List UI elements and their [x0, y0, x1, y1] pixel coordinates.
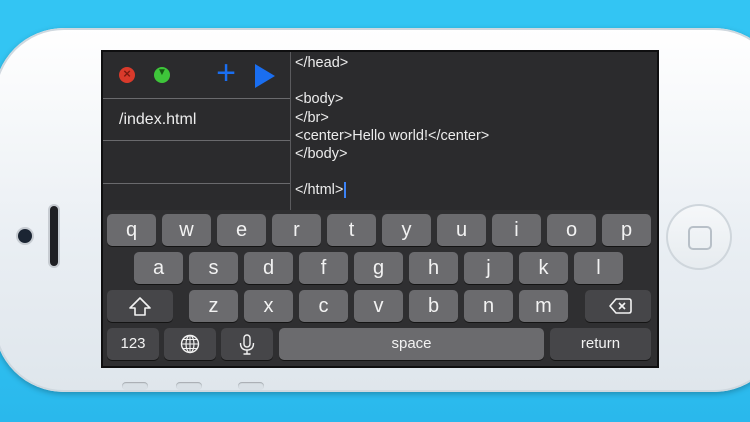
front-camera	[18, 229, 32, 243]
key-k[interactable]: k	[519, 252, 568, 284]
close-button[interactable]: ×	[119, 66, 135, 83]
key-h[interactable]: h	[409, 252, 458, 284]
home-button[interactable]	[666, 204, 732, 270]
key-b[interactable]: b	[409, 290, 458, 322]
app-screen: × ▼ + /index.html </head> <body> </br> <…	[101, 50, 659, 368]
globe-key[interactable]	[164, 328, 216, 360]
key-q[interactable]: q	[107, 214, 156, 246]
key-p[interactable]: p	[602, 214, 651, 246]
minimize-button[interactable]: ▼	[154, 67, 170, 83]
file-item-index[interactable]: /index.html	[103, 99, 290, 141]
mute-switch	[238, 382, 264, 390]
space-key[interactable]: space	[279, 328, 544, 360]
key-l[interactable]: l	[574, 252, 623, 284]
key-d[interactable]: d	[244, 252, 293, 284]
close-icon: ×	[123, 66, 131, 81]
key-t[interactable]: t	[327, 214, 376, 246]
key-i[interactable]: i	[492, 214, 541, 246]
file-sidebar: × ▼ + /index.html	[103, 52, 291, 210]
key-c[interactable]: c	[299, 290, 348, 322]
chevron-down-icon: ▼	[157, 67, 167, 78]
delete-key[interactable]	[585, 290, 651, 322]
code-line: </body>	[295, 145, 348, 162]
earpiece-speaker	[50, 206, 58, 266]
editor-area: × ▼ + /index.html </head> <body> </br> <…	[103, 52, 657, 210]
key-w[interactable]: w	[162, 214, 211, 246]
key-s[interactable]: s	[189, 252, 238, 284]
numbers-key[interactable]: 123	[107, 328, 159, 360]
key-n[interactable]: n	[464, 290, 513, 322]
key-x[interactable]: x	[244, 290, 293, 322]
key-y[interactable]: y	[382, 214, 431, 246]
shift-key[interactable]	[107, 290, 173, 322]
key-r[interactable]: r	[272, 214, 321, 246]
key-g[interactable]: g	[354, 252, 403, 284]
delete-icon	[609, 298, 632, 314]
return-key[interactable]: return	[550, 328, 651, 360]
microphone-icon	[239, 334, 255, 355]
volume-button-2	[176, 382, 202, 390]
volume-button	[122, 382, 148, 390]
key-f[interactable]: f	[299, 252, 348, 284]
keyboard: q w e r t y u i o p a s d f g h j k l z …	[103, 210, 657, 366]
shift-icon	[129, 297, 151, 316]
key-a[interactable]: a	[134, 252, 183, 284]
key-v[interactable]: v	[354, 290, 403, 322]
code-line-last: </html>	[295, 181, 655, 199]
code-line-text: </html>	[295, 182, 344, 199]
play-icon[interactable]	[255, 64, 275, 88]
home-square-icon	[688, 226, 712, 250]
key-u[interactable]: u	[437, 214, 486, 246]
code-line: </br>	[295, 109, 329, 126]
text-caret	[344, 182, 347, 199]
globe-icon	[180, 334, 200, 354]
code-line: <body>	[295, 91, 344, 108]
key-e[interactable]: e	[217, 214, 266, 246]
code-line: <center>Hello world!</center>	[295, 127, 490, 144]
plus-icon[interactable]: +	[211, 56, 241, 90]
key-z[interactable]: z	[189, 290, 238, 322]
key-m[interactable]: m	[519, 290, 568, 322]
code-line: </head>	[295, 55, 349, 71]
sidebar-toolbar: × ▼ +	[103, 52, 290, 99]
code-editor[interactable]: </head> <body> </br> <center>Hello world…	[295, 54, 655, 208]
key-o[interactable]: o	[547, 214, 596, 246]
dictation-key[interactable]	[221, 328, 273, 360]
file-item-empty[interactable]	[103, 142, 290, 184]
key-j[interactable]: j	[464, 252, 513, 284]
